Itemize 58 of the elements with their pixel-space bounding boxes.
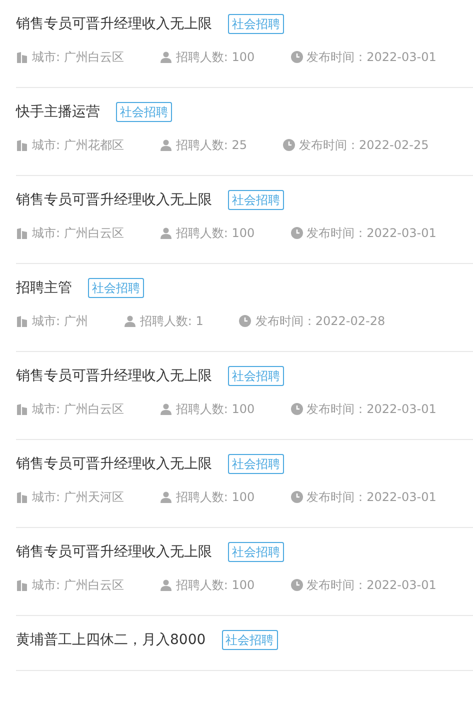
clock-icon [290, 403, 303, 415]
job-title: 销售专员可晋升经理收入无上限 [16, 455, 212, 474]
job-title: 招聘主管 [16, 279, 72, 298]
headcount-label: 招聘人数: 100 [176, 489, 255, 506]
publish-date: 发布时间：2022-02-25 [299, 137, 429, 154]
publish-date: 发布时间：2022-03-01 [306, 225, 436, 242]
headcount-label: 招聘人数: 1 [140, 313, 204, 330]
building-icon [16, 403, 28, 415]
city-label: 城市: 广州白云区 [32, 577, 124, 594]
category-tag: 社会招聘 [228, 190, 284, 210]
building-icon [16, 579, 28, 591]
job-title: 销售专员可晋升经理收入无上限 [16, 15, 212, 34]
city-label: 城市: 广州白云区 [32, 49, 124, 66]
person-icon [160, 227, 172, 239]
building-icon [16, 491, 28, 503]
category-tag: 社会招聘 [228, 542, 284, 562]
category-tag: 社会招聘 [116, 102, 172, 122]
headcount-label: 招聘人数: 100 [176, 577, 255, 594]
city-label: 城市: 广州 [32, 313, 88, 330]
person-icon [124, 315, 136, 327]
publish-date: 发布时间：2022-02-28 [255, 313, 386, 330]
clock-icon [290, 227, 303, 239]
job-title: 销售专员可晋升经理收入无上限 [16, 367, 212, 386]
category-tag: 社会招聘 [228, 454, 284, 474]
job-title: 黄埔普工上四休二，月入8000 [16, 631, 206, 650]
building-icon [16, 51, 28, 63]
publish-date: 发布时间：2022-03-01 [306, 401, 436, 418]
category-tag: 社会招聘 [228, 14, 284, 34]
category-tag: 社会招聘 [88, 278, 144, 298]
publish-date: 发布时间：2022-03-01 [306, 49, 436, 66]
building-icon [16, 315, 28, 327]
clock-icon [290, 579, 303, 591]
clock-icon [283, 139, 295, 151]
building-icon [16, 227, 28, 239]
person-icon [160, 139, 172, 151]
city-label: 城市: 广州白云区 [32, 225, 124, 242]
building-icon [16, 139, 28, 151]
person-icon [160, 403, 172, 415]
person-icon [160, 51, 172, 63]
headcount-label: 招聘人数: 100 [176, 401, 255, 418]
headcount-label: 招聘人数: 100 [176, 225, 255, 242]
city-label: 城市: 广州花都区 [32, 137, 124, 154]
publish-date: 发布时间：2022-03-01 [306, 489, 436, 506]
city-label: 城市: 广州白云区 [32, 401, 124, 418]
clock-icon [290, 51, 303, 63]
headcount-label: 招聘人数: 25 [176, 137, 247, 154]
clock-icon [239, 315, 252, 327]
category-tag: 社会招聘 [222, 630, 278, 650]
category-tag: 社会招聘 [228, 366, 284, 386]
person-icon [160, 491, 172, 503]
publish-date: 发布时间：2022-03-01 [306, 577, 436, 594]
job-title: 销售专员可晋升经理收入无上限 [16, 191, 212, 210]
city-label: 城市: 广州天河区 [32, 489, 124, 506]
job-title: 销售专员可晋升经理收入无上限 [16, 543, 212, 562]
person-icon [160, 579, 172, 591]
clock-icon [290, 491, 303, 503]
job-title: 快手主播运营 [16, 103, 100, 122]
headcount-label: 招聘人数: 100 [176, 49, 255, 66]
